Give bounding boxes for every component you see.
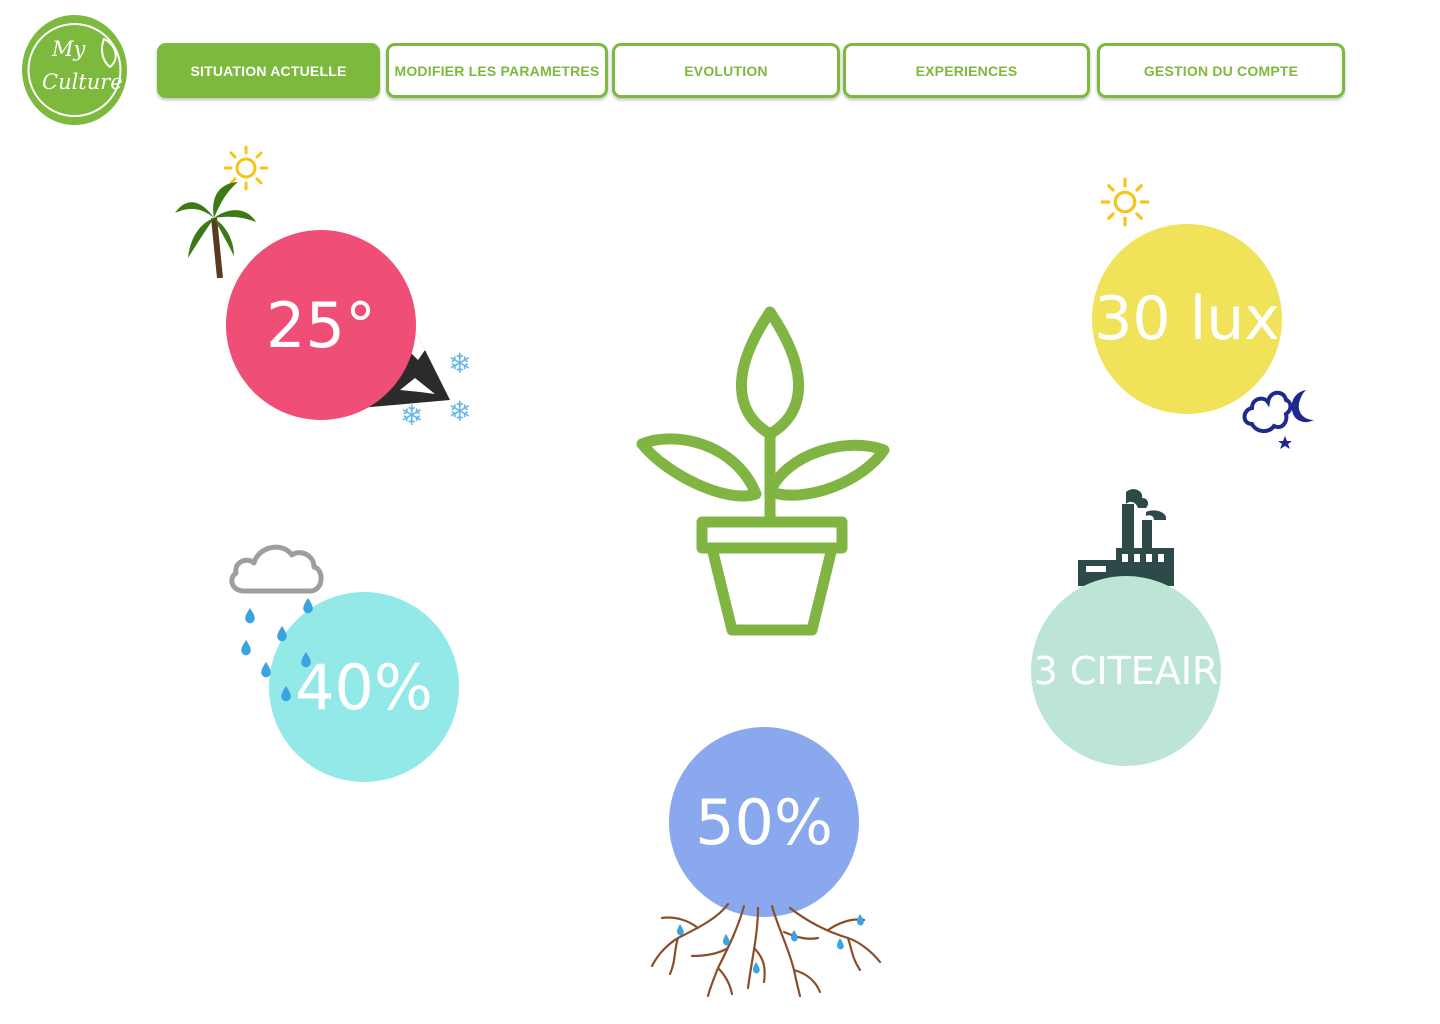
sun-icon	[1100, 177, 1150, 227]
roots-icon	[650, 902, 882, 998]
nav-gestion-compte-button[interactable]: GESTION DU COMPTE	[1097, 43, 1345, 98]
moon-cloud-icon	[1242, 390, 1314, 449]
air-quality-value: 3 CITEAIR	[1033, 649, 1219, 693]
logo-text-culture: Culture	[42, 70, 123, 94]
nav-evolution-button[interactable]: EVOLUTION	[612, 43, 840, 98]
snowflake-icon: ❄	[448, 348, 472, 379]
air-quality-bubble[interactable]: 3 CITEAIR	[1031, 576, 1221, 766]
snowflake-icon: ❄	[400, 400, 424, 431]
logo[interactable]: My Culture	[22, 15, 127, 125]
plant-pot-icon	[636, 306, 890, 636]
light-value: 30 lux	[1094, 284, 1280, 354]
snowflake-icon: ❄	[448, 396, 472, 427]
temperature-value: 25°	[266, 288, 376, 362]
soil-moisture-value: 50%	[695, 785, 833, 859]
nav-modifier-parametres-button[interactable]: MODIFIER LES PARAMETRES	[386, 43, 608, 98]
soil-moisture-bubble[interactable]: 50%	[669, 727, 859, 917]
nav-experiences-button[interactable]: EXPERIENCES	[843, 43, 1090, 98]
rain-cloud-icon	[229, 544, 324, 594]
factory-icon	[1078, 489, 1174, 586]
logo-text-my: My	[52, 37, 86, 61]
palm-tree-icon	[175, 182, 256, 278]
rain-drops-icon	[241, 598, 313, 702]
nav-situation-actuelle-button[interactable]: SITUATION ACTUELLE	[157, 43, 380, 98]
temperature-bubble[interactable]: 25°	[226, 230, 416, 420]
